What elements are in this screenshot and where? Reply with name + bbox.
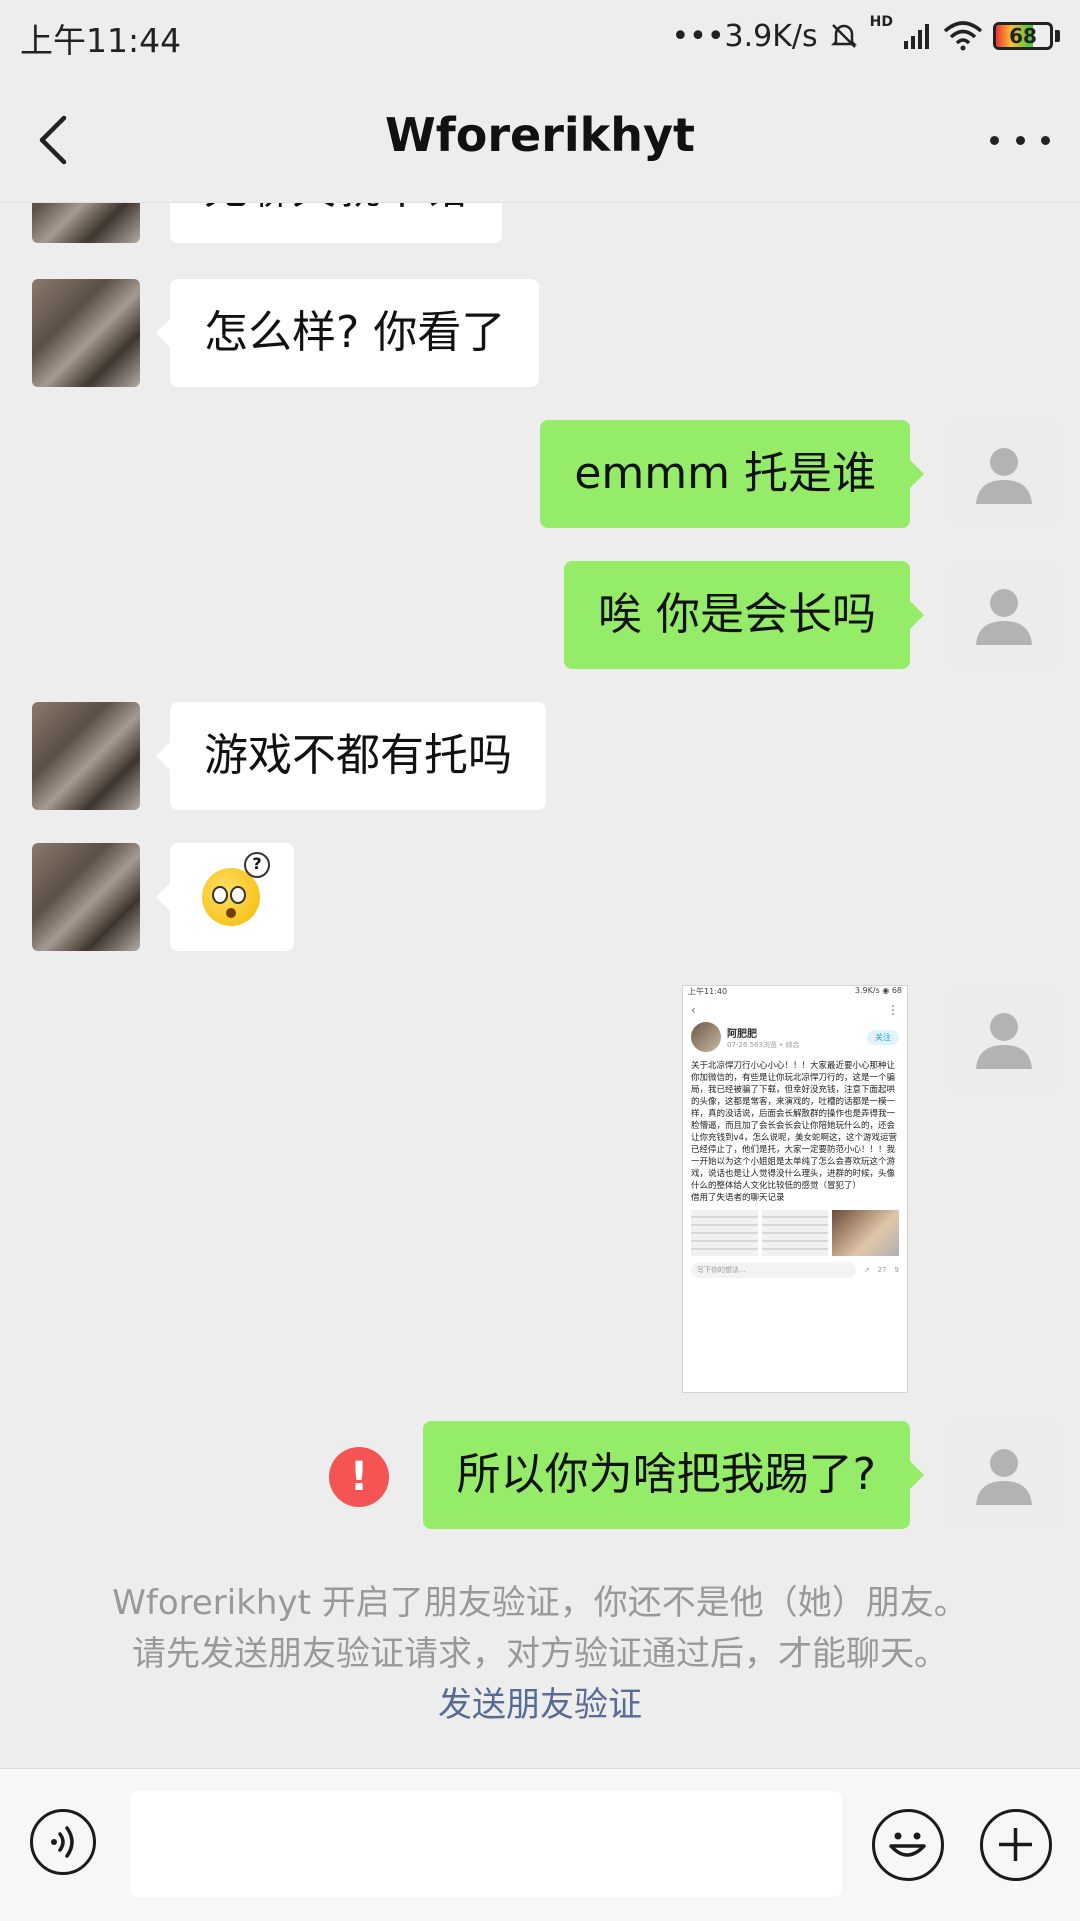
default-avatar-icon: [976, 448, 1032, 504]
image-message[interactable]: 上午11:40 3.9K/s ◉ 68 ‹ ⋮ 阿肥肥 07-26 563浏览 •…: [682, 985, 908, 1393]
thumb-comment-input: 写下你的想法...: [691, 1262, 856, 1278]
thumb-share-icon: ↗: [863, 1266, 870, 1274]
send-verification-link[interactable]: 发送朋友验证: [0, 1680, 1080, 1731]
thumb-footer: 写下你的想法... ↗ 27 9: [683, 1256, 907, 1284]
thumb-pic: [761, 1210, 829, 1256]
mute-bell-icon: [830, 24, 857, 48]
emoji-button[interactable]: [872, 1809, 944, 1881]
battery-icon: 68: [993, 22, 1053, 50]
thumb-more-icon: ⋮: [887, 1003, 899, 1017]
message-bubble[interactable]: 唉 你是会长吗: [564, 561, 924, 669]
peer-avatar[interactable]: [32, 702, 140, 810]
battery-level: 68: [1009, 24, 1037, 48]
peer-avatar[interactable]: [32, 203, 140, 243]
message-bubble[interactable]: 所以你为啥把我踢了?: [422, 1421, 925, 1529]
more-dot: [1041, 135, 1050, 145]
thumb-follow-button: 关注: [867, 1029, 899, 1045]
message-bubble[interactable]: 怎么样? 你看了: [155, 279, 540, 387]
more-button[interactable]: [990, 122, 1050, 158]
my-avatar[interactable]: [950, 1421, 1058, 1529]
notice-line-2: 请先发送朋友验证请求，对方验证通过后，才能聊天。: [132, 1634, 948, 1674]
more-dot: [990, 135, 999, 145]
wifi-icon: [943, 21, 983, 51]
notice-line-1: Wforerikhyt 开启了朋友验证，你还不是他（她）朋友。: [112, 1583, 968, 1623]
message-bubble[interactable]: 游戏不都有托吗: [156, 702, 546, 810]
nav-bar: Wforerikhyt: [0, 72, 1080, 203]
thumb-post-body: 关于北凉悍刀行小心小心！！！大家最近要小心那种让你加微信的，有些是让你玩北凉悍刀…: [683, 1054, 907, 1210]
voice-button[interactable]: [30, 1809, 96, 1875]
voice-icon: [51, 1826, 74, 1858]
network-type: HD: [869, 14, 893, 30]
sticker-bubble[interactable]: ?: [156, 843, 294, 951]
status-time: 上午11:44: [20, 21, 182, 60]
peer-avatar[interactable]: [32, 279, 140, 387]
more-dot: [1015, 135, 1025, 145]
thumb-status-bar: 上午11:40 3.9K/s ◉ 68: [683, 986, 907, 1000]
default-avatar-icon: [976, 1449, 1032, 1505]
signal-icon: [904, 24, 929, 49]
my-avatar[interactable]: [950, 420, 1058, 528]
thumb-pic: [691, 1210, 758, 1256]
message-bubble[interactable]: 无聊天就不错: [170, 203, 502, 243]
status-bar: 上午11:44 •••3.9K/s HD 68: [0, 0, 1080, 72]
thumb-status-right: 3.9K/s ◉ 68: [854, 986, 902, 995]
thumb-pics: [683, 1210, 907, 1256]
thumb-post-text: 关于北凉悍刀行小心小心！！！大家最近要小心那种让你加微信的，有些是让你玩北凉悍刀…: [691, 1061, 897, 1191]
plus-icon: [999, 1828, 1032, 1861]
emoji-icon: [889, 1832, 926, 1857]
input-bar: [0, 1768, 1080, 1921]
chat-title: Wforerikhyt: [384, 108, 695, 162]
thumb-author-name: 阿肥肥: [727, 1028, 757, 1040]
message-input[interactable]: [130, 1791, 842, 1897]
thumb-status-time: 上午11:40: [688, 987, 728, 996]
message-bubble[interactable]: emmm 托是谁: [540, 420, 924, 528]
my-avatar[interactable]: [950, 561, 1058, 669]
plus-button[interactable]: [980, 1809, 1052, 1881]
thinking-face-emoji: ?: [202, 852, 270, 926]
thumb-nav: ‹ ⋮: [683, 1000, 907, 1020]
peer-avatar[interactable]: [32, 843, 140, 951]
thumb-comment-count: 27: [877, 1266, 887, 1274]
default-avatar-icon: [976, 1013, 1032, 1069]
status-icons: •••3.9K/s HD 68: [671, 14, 1060, 58]
default-avatar-icon: [976, 589, 1032, 645]
message-list[interactable]: 无聊天就不错 怎么样? 你看了 emmm 托是谁 唉 你是会长吗 游戏不都有托吗…: [0, 203, 1080, 1768]
network-speed: •••3.9K/s: [671, 18, 818, 54]
thumb-pic: [832, 1210, 900, 1256]
thumb-back-icon: ‹: [691, 1003, 696, 1017]
thumb-author-row: 阿肥肥 07-26 563浏览 • 综合 关注: [683, 1020, 907, 1054]
thumb-like-count: 9: [894, 1266, 899, 1274]
thumb-avatar: [691, 1022, 721, 1052]
thumb-meta: 07-26 563浏览 • 综合: [727, 1040, 800, 1049]
my-avatar[interactable]: [950, 985, 1058, 1093]
send-failed-icon[interactable]: !: [329, 1447, 389, 1507]
friend-verification-notice: Wforerikhyt 开启了朋友验证，你还不是他（她）朋友。 请先发送朋友验证…: [0, 1578, 1080, 1731]
battery-tip: [1055, 30, 1060, 42]
thumb-caption: 借用了失语者的聊天记录: [691, 1193, 785, 1203]
